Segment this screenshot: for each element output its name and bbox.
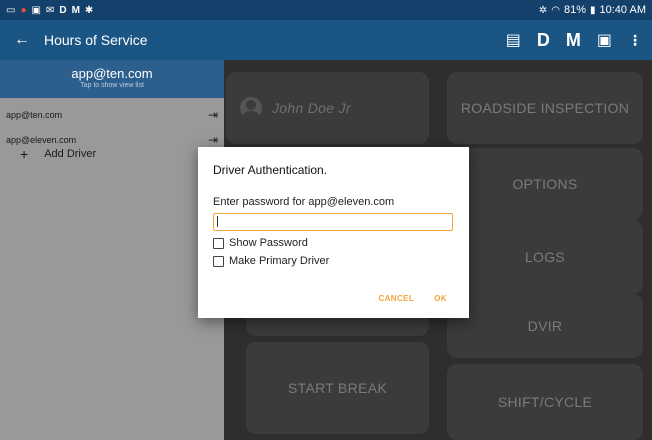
ok-button[interactable]: OK (434, 294, 447, 303)
dialog-actions: CANCEL OK (378, 294, 447, 303)
show-password-checkbox[interactable]: Show Password (213, 237, 454, 249)
driver-authentication-dialog: Driver Authentication. Enter password fo… (198, 147, 469, 318)
make-primary-driver-label: Make Primary Driver (229, 255, 330, 267)
checkbox-icon (213, 255, 224, 267)
dialog-title: Driver Authentication. (213, 163, 328, 177)
cancel-button[interactable]: CANCEL (378, 294, 414, 303)
checkbox-icon (213, 237, 224, 249)
password-prompt: Enter password for app@eleven.com (213, 196, 395, 208)
password-input[interactable] (213, 213, 453, 231)
show-password-label: Show Password (229, 237, 308, 249)
make-primary-driver-checkbox[interactable]: Make Primary Driver (213, 255, 454, 267)
